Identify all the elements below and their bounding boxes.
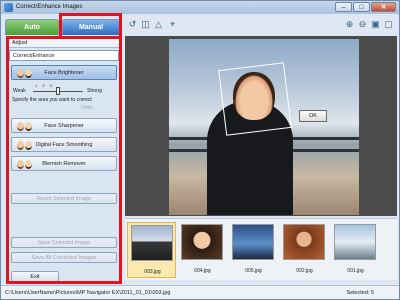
thumbnail-caption: 005.jpg bbox=[245, 268, 262, 274]
manual-tab-highlight bbox=[59, 13, 122, 39]
face-brightener-label: Face Brightener bbox=[44, 69, 84, 76]
maximize-button[interactable]: □ bbox=[353, 2, 370, 12]
reset-selected-image-button[interactable]: Reset Selected Image bbox=[11, 193, 117, 204]
thumbnail-caption: 003.jpg bbox=[144, 269, 161, 275]
thumbnail-003[interactable]: 003.jpg bbox=[127, 222, 176, 278]
image-toolbar: ↺ ◫ △ ⌖ ⊕ ⊖ ▣ ▢ bbox=[125, 18, 397, 32]
digital-face-smoothing-button[interactable]: Digital Face Smoothing bbox=[11, 137, 117, 152]
compare-icon[interactable]: ◫ bbox=[140, 19, 151, 30]
blemish-remover-icon bbox=[17, 159, 33, 170]
thumbnail-001[interactable]: 001.jpg bbox=[331, 222, 380, 278]
face-brightener-icon bbox=[17, 68, 33, 79]
thumbnail-002[interactable]: 002.jpg bbox=[280, 222, 329, 278]
face-sharpener-button[interactable]: Face Sharpener bbox=[11, 118, 117, 133]
slider-tick-labels: 1 2 3 bbox=[35, 83, 54, 88]
exit-button[interactable]: Exit bbox=[11, 271, 59, 282]
digital-face-smoothing-label: Digital Face Smoothing bbox=[35, 141, 93, 148]
close-button[interactable]: ✕ bbox=[371, 2, 396, 12]
slider-weak-label: Weak bbox=[13, 88, 26, 94]
slider-strong-label: Strong bbox=[87, 88, 102, 94]
file-path: C:\Users\UserName\Pictures\MP Navigator … bbox=[5, 290, 171, 296]
correct-enhance-header[interactable]: Correct/Enhance bbox=[9, 50, 119, 61]
preview-photo: OK bbox=[169, 39, 359, 215]
zoom-in-icon[interactable]: ⊕ bbox=[344, 19, 355, 30]
minimize-button[interactable]: – bbox=[335, 2, 352, 12]
digital-face-smoothing-icon bbox=[17, 140, 33, 151]
save-all-corrected-images-button[interactable]: Save All Corrected Images bbox=[11, 252, 117, 263]
thumbnail-caption: 004.jpg bbox=[194, 268, 211, 274]
face-selection-box[interactable] bbox=[218, 62, 292, 136]
thumbnail-005[interactable]: 005.jpg bbox=[229, 222, 278, 278]
warning-icon[interactable]: △ bbox=[153, 19, 164, 30]
fit-icon[interactable]: ▢ bbox=[383, 19, 394, 30]
zoom-out-icon[interactable]: ⊖ bbox=[357, 19, 368, 30]
thumbnail-caption: 002.jpg bbox=[296, 268, 313, 274]
app-icon bbox=[4, 3, 13, 12]
correct-enhance-window: Correct/Enhance Images – □ ✕ Auto Manual… bbox=[0, 0, 400, 300]
instruction-text: Specify the area you want to correct bbox=[12, 97, 92, 103]
ok-button[interactable]: OK bbox=[299, 110, 327, 122]
full-screen-icon[interactable]: ▣ bbox=[370, 19, 381, 30]
save-selected-image-button[interactable]: Save Selected Image bbox=[11, 237, 117, 248]
slider-thumb[interactable] bbox=[56, 87, 60, 95]
face-sharpener-icon bbox=[17, 121, 33, 132]
status-bar: C:\Users\UserName\Pictures\MP Navigator … bbox=[1, 285, 399, 299]
thumbnail-004[interactable]: 004.jpg bbox=[178, 222, 227, 278]
undo-button[interactable]: Undo bbox=[81, 105, 93, 111]
adjust-button[interactable]: Adjust bbox=[9, 38, 119, 48]
strength-slider[interactable]: Weak 1 2 3 Strong bbox=[11, 83, 117, 96]
blemish-remover-label: Blemish Remover bbox=[42, 160, 86, 167]
thumbnail-caption: 001.jpg bbox=[347, 268, 364, 274]
thumbnail-strip: 003.jpg 004.jpg 005.jpg 002.jpg 001.jpg bbox=[125, 218, 397, 280]
manual-panel: Adjust Correct/Enhance Face Brightener W… bbox=[9, 38, 120, 282]
selected-count: Selected: 5 bbox=[346, 290, 374, 296]
rotate-left-icon[interactable]: ↺ bbox=[127, 19, 138, 30]
face-sharpener-label: Face Sharpener bbox=[44, 122, 84, 129]
tab-auto[interactable]: Auto bbox=[5, 19, 59, 35]
blemish-remover-button[interactable]: Blemish Remover bbox=[11, 156, 117, 171]
face-brightener-button[interactable]: Face Brightener bbox=[11, 65, 117, 80]
crop-icon[interactable]: ⌖ bbox=[167, 19, 178, 30]
window-controls: – □ ✕ bbox=[335, 2, 396, 13]
image-preview[interactable]: OK bbox=[125, 36, 397, 216]
window-title: Correct/Enhance Images bbox=[16, 4, 83, 10]
